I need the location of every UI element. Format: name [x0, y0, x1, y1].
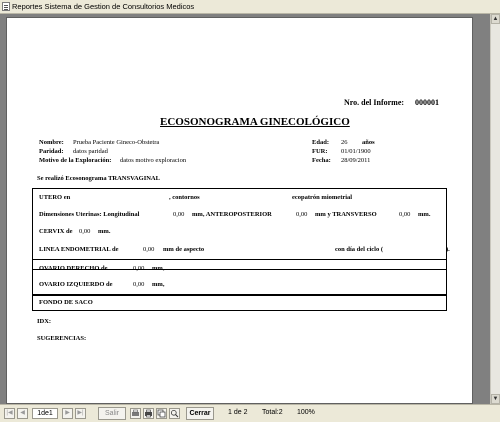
nombre-label: Nombre: — [39, 139, 64, 146]
print-icon[interactable] — [143, 408, 154, 419]
contornos-label: , contornos — [169, 194, 200, 201]
page-status-text: 1 de 2 — [228, 409, 248, 416]
dia-ciclo-close: ). — [446, 246, 450, 253]
report-toolbar: |◀ ◀ 1de1 ▶ ▶| Salir Cerrar 1 de 2 Total… — [0, 404, 500, 422]
cerrar-button[interactable]: Cerrar — [186, 407, 214, 420]
anteroposterior-value: 0,00 — [296, 211, 308, 218]
zoom-level-text: 100% — [297, 409, 315, 416]
ovario-izquierdo-label: OVARIO IZQUIERDO de — [39, 281, 113, 288]
dia-ciclo-label: con día del ciclo ( — [335, 246, 384, 253]
ecosonograma-realizado: Se realizó Ecosonograma TRANSVAGINAL — [37, 175, 160, 182]
linea-endometrial-value: 0,00 — [143, 246, 155, 253]
ovario-izquierdo-value: 0,00 — [133, 281, 145, 288]
find-icon[interactable] — [169, 408, 180, 419]
total-pages-text: Total:2 — [262, 409, 283, 416]
previous-page-icon[interactable]: ◀ — [17, 408, 28, 419]
copy-icon[interactable] — [156, 408, 167, 419]
fur-label: FUR: — [312, 148, 328, 155]
next-page-icon[interactable]: ▶ — [62, 408, 73, 419]
report-app-icon — [2, 2, 10, 11]
ovario-izquierdo-unit: mm, — [152, 281, 165, 288]
page-number-field[interactable]: 1de1 — [32, 408, 58, 419]
cervix-unit: mm. — [98, 228, 111, 235]
sugerencias-label: SUGERENCIAS: — [37, 335, 87, 342]
idx-label: IDX: — [37, 318, 52, 325]
last-page-icon[interactable]: ▶| — [75, 408, 86, 419]
motivo-label: Motivo de la Exploración: — [39, 157, 112, 164]
scroll-up-icon[interactable]: ▲ — [491, 14, 500, 24]
fondo-de-saco-label: FONDO DE SACO — [39, 299, 93, 306]
ovario-derecho-unit: mm, — [152, 265, 165, 272]
ovario-derecho-label: OVARIO DERECHO de — [39, 265, 108, 272]
motivo-value: datos motivo exploracion — [120, 157, 187, 164]
paridad-value: datos paridad — [73, 148, 108, 155]
cervix-value: 0,00 — [79, 228, 91, 235]
scroll-down-icon[interactable]: ▼ — [491, 394, 500, 404]
nombre-value: Prueba Paciente Gineco-Obstetra — [73, 139, 160, 146]
aspecto-label: mm de aspecto — [163, 246, 205, 253]
transverso-label: mm y TRANSVERSO — [315, 211, 377, 218]
fecha-value: 28/09/2011 — [341, 157, 371, 164]
salir-button[interactable]: Salir — [98, 407, 126, 420]
edad-value: 26 — [341, 139, 348, 146]
first-page-icon[interactable]: |◀ — [4, 408, 15, 419]
linea-endometrial-label: LINEA ENDOMETRIAL de — [39, 246, 119, 253]
window-title-bar: Reportes Sistema de Gestion de Consultor… — [0, 0, 500, 14]
cervix-label: CERVIX de — [39, 228, 73, 235]
report-page: Nro. del Informe: 000001 ECOSONOGRAMA GI… — [6, 17, 473, 404]
utero-label: UTERO en — [39, 194, 71, 201]
ovario-derecho-value: 0,00 — [133, 265, 145, 272]
transverso-value: 0,00 — [399, 211, 411, 218]
dimensiones-label: Dimensiones Uterinas: Longitudinal — [39, 211, 140, 218]
report-heading: ECOSONOGRAMA GINECOLÓGICO — [160, 116, 350, 128]
window-title: Reportes Sistema de Gestion de Consultor… — [12, 2, 195, 11]
longitudinal-value: 0,00 — [173, 211, 185, 218]
edad-unit: años — [362, 139, 375, 146]
informe-label: Nro. del Informe: — [344, 98, 405, 107]
fur-value: 01/01/1900 — [341, 148, 371, 155]
transverso-unit: mm. — [418, 211, 431, 218]
print-setup-icon[interactable] — [130, 408, 141, 419]
edad-label: Edad: — [312, 139, 329, 146]
fondo-de-saco-section — [32, 295, 447, 311]
ecopatron-label: ecopatrón miometrial — [292, 194, 353, 201]
vertical-scrollbar[interactable]: ▲ ▼ — [490, 14, 500, 404]
paridad-label: Paridad: — [39, 148, 64, 155]
utero-section — [32, 188, 447, 270]
fecha-label: Fecha: — [312, 157, 331, 164]
informe-value: 000001 — [415, 98, 439, 107]
anteroposterior-label: mm, ANTEROPOSTERIOR — [192, 211, 272, 218]
